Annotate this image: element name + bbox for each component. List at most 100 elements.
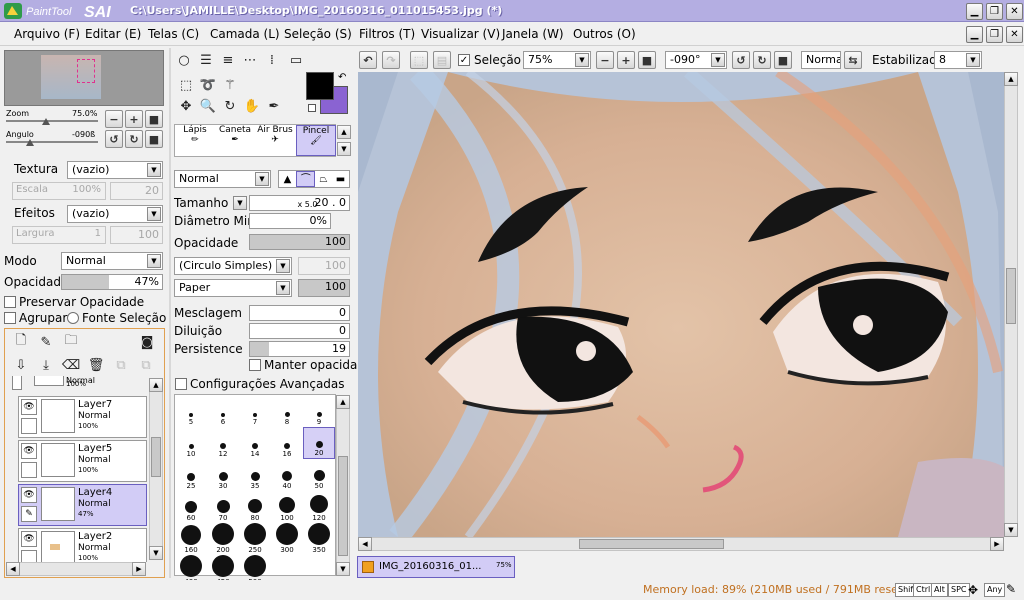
new-layer-icon[interactable]: 🗋 bbox=[12, 333, 30, 351]
canvas-rotate-reset-button[interactable]: ■ bbox=[774, 51, 792, 69]
edge-soft-icon[interactable]: ⏜ bbox=[296, 171, 315, 187]
minimize-button[interactable]: ▁ bbox=[966, 3, 983, 20]
brush-opacity-slider[interactable]: 100 bbox=[249, 234, 350, 250]
lines-thin-icon[interactable]: ⋯ bbox=[241, 51, 259, 69]
undo-button[interactable]: ↶ bbox=[359, 51, 377, 69]
dots-icon[interactable]: ⁞ bbox=[263, 51, 281, 69]
lock-checkbox[interactable] bbox=[21, 462, 37, 478]
zoom-out-button[interactable]: − bbox=[105, 110, 123, 128]
menu-editar[interactable]: Editar (E) bbox=[85, 27, 141, 41]
zoom-icon[interactable]: 🔍 bbox=[199, 97, 217, 115]
diametro-slider[interactable]: 0% bbox=[249, 213, 331, 229]
selecao-checkbox[interactable]: ✓ bbox=[458, 54, 470, 66]
menu-janela[interactable]: Janela (W) bbox=[502, 27, 564, 41]
brush-size-9[interactable]: 9 bbox=[303, 395, 335, 427]
chevron-down-icon[interactable]: ▼ bbox=[147, 254, 161, 268]
chevron-down-icon[interactable]: ▼ bbox=[966, 53, 980, 67]
edge-hard-icon[interactable]: ▲ bbox=[279, 171, 296, 187]
size-grid-scroll-thumb[interactable] bbox=[338, 456, 348, 556]
chevron-down-icon[interactable]: ▼ bbox=[147, 163, 161, 177]
lock-checkbox[interactable] bbox=[21, 550, 37, 562]
canvas-rotate-left-button[interactable]: ↺ bbox=[732, 51, 750, 69]
persistence-slider[interactable]: 19 bbox=[249, 341, 350, 357]
brush-texture-select[interactable]: Paper bbox=[174, 279, 292, 297]
lines-med-icon[interactable]: ≡ bbox=[219, 51, 237, 69]
new-folder-icon[interactable]: 🗀 bbox=[62, 333, 80, 351]
tab-scroll-down-icon[interactable]: ▼ bbox=[337, 142, 351, 156]
brush-size-20[interactable]: 20 bbox=[303, 427, 335, 459]
size-grid-scrollbar[interactable]: ▲ ▼ bbox=[336, 395, 350, 576]
rotate-icon[interactable]: ↻ bbox=[221, 97, 239, 115]
document-tab[interactable]: IMG_20160316_01... 75% bbox=[357, 556, 515, 578]
tamanho-slider[interactable]: x 5.020 . 0 bbox=[249, 195, 350, 211]
chevron-down-icon[interactable]: ▼ bbox=[147, 207, 161, 221]
rotate-reset-button[interactable]: ■ bbox=[145, 130, 163, 148]
zoom-reset-button[interactable]: ■ bbox=[145, 110, 163, 128]
zoom-slider-handle[interactable] bbox=[42, 118, 50, 125]
scroll-up-icon[interactable]: ▲ bbox=[336, 395, 350, 409]
brush-size-350[interactable]: 350 bbox=[303, 523, 335, 555]
scroll-down-icon[interactable]: ▼ bbox=[149, 546, 163, 560]
chevron-down-icon[interactable]: ▼ bbox=[233, 196, 247, 210]
fonte-selecao-radio[interactable] bbox=[67, 312, 79, 324]
doc-restore-button[interactable]: ❐ bbox=[986, 26, 1003, 43]
menu-selecao[interactable]: Seleção (S) bbox=[284, 27, 352, 41]
magic-wand-icon[interactable]: ⚚ bbox=[221, 76, 239, 94]
brush-size-16[interactable]: 16 bbox=[271, 427, 303, 459]
chevron-down-icon[interactable]: ▼ bbox=[276, 281, 290, 295]
doc-minimize-button[interactable]: ▁ bbox=[966, 26, 983, 43]
canvas-vscrollbar[interactable]: ▲ ▼ bbox=[1004, 72, 1018, 537]
canvas-vscroll-thumb[interactable] bbox=[1006, 268, 1016, 324]
preservar-checkbox[interactable] bbox=[4, 296, 16, 308]
eye-icon[interactable]: 👁 bbox=[21, 531, 37, 547]
layer-row-layer2[interactable]: 👁 Layer2 Normal 100% bbox=[18, 528, 147, 562]
layer-opacity-slider[interactable]: 47% bbox=[61, 274, 163, 290]
chevron-down-icon[interactable]: ▼ bbox=[255, 172, 269, 186]
manter-checkbox[interactable] bbox=[249, 359, 261, 371]
zoom-slider[interactable] bbox=[6, 120, 98, 122]
eye-icon[interactable]: 👁 bbox=[21, 487, 37, 503]
eye-icon[interactable]: 👁 bbox=[21, 443, 37, 459]
navigator-viewport[interactable] bbox=[77, 59, 95, 83]
brush-size-12[interactable]: 12 bbox=[207, 427, 239, 459]
mesclagem-slider[interactable]: 0 bbox=[249, 305, 350, 321]
new-vector-layer-icon[interactable]: ✎ bbox=[37, 333, 55, 351]
diluicao-slider[interactable]: 0 bbox=[249, 323, 350, 339]
brush-size-6[interactable]: 6 bbox=[207, 395, 239, 427]
brush-size-40[interactable]: 40 bbox=[271, 459, 303, 491]
brush-icon[interactable]: ✎ bbox=[21, 506, 37, 522]
brush-size-14[interactable]: 14 bbox=[239, 427, 271, 459]
agrupar-checkbox[interactable] bbox=[4, 312, 16, 324]
layer-row-layer4[interactable]: 👁 ✎ Layer4 Normal 47% bbox=[18, 484, 147, 526]
clear-layer-icon[interactable]: ⌫ bbox=[62, 356, 80, 374]
brush-size-25[interactable]: 25 bbox=[175, 459, 207, 491]
brush-size-5[interactable]: 5 bbox=[175, 395, 207, 427]
eye-icon[interactable]: 👁 bbox=[21, 399, 37, 415]
brush-size-250[interactable]: 250 bbox=[239, 523, 271, 555]
brush-size-300[interactable]: 300 bbox=[271, 523, 303, 555]
merge-down-icon[interactable]: ⤓ bbox=[37, 356, 55, 374]
layer-row-layer7[interactable]: 👁 Layer7 Normal 100% bbox=[18, 396, 147, 438]
brush-size-10[interactable]: 10 bbox=[175, 427, 207, 459]
brush-size-7[interactable]: 7 bbox=[239, 395, 271, 427]
canvas-zoom-in-button[interactable]: + bbox=[617, 51, 635, 69]
eraser-icon[interactable]: ▭ bbox=[287, 51, 305, 69]
mask-icon[interactable]: ◙ bbox=[138, 333, 156, 351]
canvas-zoom-out-button[interactable]: − bbox=[596, 51, 614, 69]
scroll-right-icon[interactable]: ▶ bbox=[990, 537, 1004, 551]
tab-airbrush[interactable]: Air Brus ✈ bbox=[255, 125, 295, 156]
lasso-icon[interactable]: ➰ bbox=[199, 76, 217, 94]
layers-scroll-thumb[interactable] bbox=[151, 437, 161, 477]
menu-outros[interactable]: Outros (O) bbox=[573, 27, 636, 41]
angle-slider[interactable] bbox=[6, 141, 98, 143]
tab-scroll-up-icon[interactable]: ▲ bbox=[337, 125, 351, 139]
scroll-up-icon[interactable]: ▲ bbox=[149, 378, 163, 392]
brush-size-120[interactable]: 120 bbox=[303, 491, 335, 523]
canvas-mode-select[interactable]: Normal bbox=[801, 51, 841, 69]
brush-size-35[interactable]: 35 bbox=[239, 459, 271, 491]
rotate-left-button[interactable]: ↺ bbox=[105, 130, 123, 148]
menu-arquivo[interactable]: Arquivo (F) bbox=[14, 27, 80, 41]
edge-flat-icon[interactable]: ▬ bbox=[332, 171, 349, 187]
canvas-hscrollbar[interactable]: ◀ ▶ bbox=[358, 537, 1004, 551]
menu-filtros[interactable]: Filtros (T) bbox=[359, 27, 415, 41]
